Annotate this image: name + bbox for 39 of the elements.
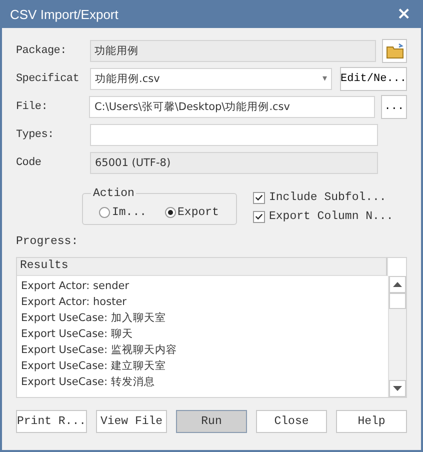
dialog-button[interactable]: Run (176, 410, 247, 433)
field-label: Specificat (16, 73, 80, 85)
result-row-text: Export UseCase: 建立聊天室 (21, 359, 167, 374)
dialog-button[interactable]: View File (96, 410, 167, 433)
browse-button[interactable]: ... (381, 95, 407, 119)
browse-button[interactable] (382, 39, 407, 63)
progress-label: Progress: (16, 235, 80, 250)
field-label: File: (16, 101, 49, 113)
edit-button[interactable]: Edit/Ne... (340, 67, 407, 91)
scroll-down-icon[interactable] (389, 380, 406, 397)
close-button[interactable]: × (392, 4, 415, 24)
radio-option[interactable]: Export (164, 206, 219, 218)
input-field[interactable] (90, 124, 378, 146)
result-row-text: Export Actor: sender (21, 279, 130, 294)
input-field[interactable]: C:\Users\张可馨\Desktop\功能用例.csv (89, 96, 376, 118)
field-label: Code (16, 157, 42, 169)
group-title: Action (92, 187, 136, 200)
scroll-thumb[interactable] (389, 293, 406, 309)
dialog-button[interactable]: Close (256, 410, 327, 433)
column-header: Results (17, 258, 387, 276)
dialog-button[interactable]: Help (336, 410, 407, 433)
scroll-up-icon[interactable] (389, 276, 406, 293)
field-label: Package: (16, 45, 68, 57)
dropdown-field[interactable]: 功能用例.csv ▾ (90, 68, 332, 90)
result-row-text: Export UseCase: 监视聊天内容 (21, 343, 178, 358)
checkbox-option[interactable]: Include Subfol... (253, 191, 394, 204)
folder-icon (386, 43, 404, 59)
window-title: CSV Import/Export (10, 6, 118, 22)
checkbox-option[interactable]: Export Column N... (253, 210, 394, 223)
readonly-field: 65001 (UTF-8) (90, 152, 378, 174)
scrollbar[interactable] (388, 276, 406, 397)
result-row-text: Export UseCase: 加入聊天室 (21, 311, 167, 326)
result-row-text: Export UseCase: 转发消息 (21, 375, 156, 390)
result-row-text: Export Actor: hoster (21, 295, 128, 310)
result-row-text: Export UseCase: 聊天 (21, 327, 134, 342)
radio-option[interactable]: Im... (99, 206, 147, 218)
field-label: Types: (16, 129, 55, 141)
readonly-field: 功能用例 (90, 40, 376, 62)
dialog-button[interactable]: Print R... (16, 410, 87, 433)
